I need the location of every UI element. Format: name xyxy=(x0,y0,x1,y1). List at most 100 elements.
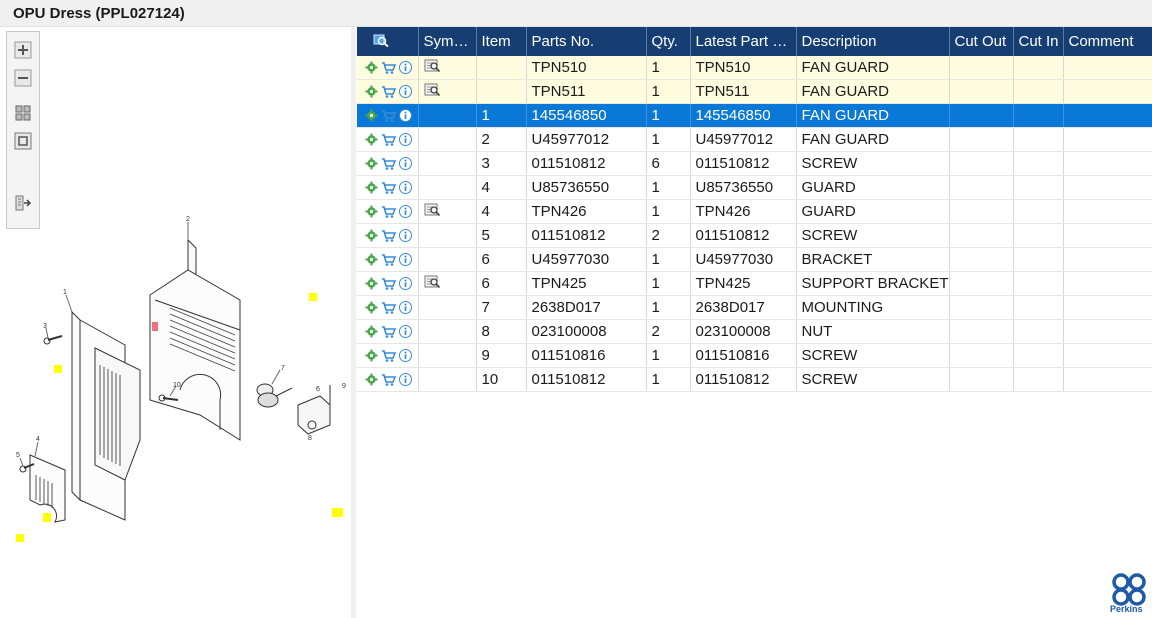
cart-icon[interactable] xyxy=(381,277,396,290)
cell-item[interactable]: 7 xyxy=(476,295,527,320)
cell-latest-part-no[interactable]: TPN510 xyxy=(690,56,797,80)
cell-cut-in[interactable] xyxy=(1013,247,1064,272)
cell-description[interactable]: FAN GUARD xyxy=(796,127,950,152)
cell-description[interactable]: SCREW xyxy=(796,151,950,176)
cell-item[interactable]: 2 xyxy=(476,127,527,152)
info-icon[interactable] xyxy=(399,61,412,74)
cell-qty[interactable]: 1 xyxy=(646,127,691,152)
cell-qty[interactable]: 1 xyxy=(646,175,691,200)
info-icon[interactable] xyxy=(399,277,412,290)
cell-comment[interactable] xyxy=(1063,175,1152,200)
cell-symbol[interactable] xyxy=(418,343,477,368)
cell-symbol[interactable] xyxy=(418,127,477,152)
cell-symbol[interactable] xyxy=(418,223,477,248)
cell-item[interactable]: 4 xyxy=(476,199,527,224)
cell-description[interactable]: SCREW xyxy=(796,367,950,392)
cell-qty[interactable]: 1 xyxy=(646,247,691,272)
cell-cut-out[interactable] xyxy=(949,295,1014,320)
cell-latest-part-no[interactable]: TPN426 xyxy=(690,199,797,224)
catalog-lookup-icon[interactable] xyxy=(424,203,441,217)
guard-part-2[interactable] xyxy=(149,238,241,441)
column-header-parts-no[interactable]: Parts No. xyxy=(526,27,647,56)
cell-item[interactable]: 9 xyxy=(476,343,527,368)
cell-cut-out[interactable] xyxy=(949,127,1014,152)
info-icon[interactable] xyxy=(399,109,412,122)
cell-description[interactable]: SUPPORT BRACKET xyxy=(796,271,950,296)
info-icon[interactable] xyxy=(399,253,412,266)
cart-icon[interactable] xyxy=(381,205,396,218)
column-header-search[interactable] xyxy=(357,27,419,56)
cell-parts-no[interactable]: TPN425 xyxy=(526,271,647,296)
cell-cut-out[interactable] xyxy=(949,223,1014,248)
cell-cut-out[interactable] xyxy=(949,271,1014,296)
column-header-comment[interactable]: Comment xyxy=(1063,27,1152,56)
cell-symbol[interactable] xyxy=(418,247,477,272)
cell-latest-part-no[interactable]: 145546850 xyxy=(690,103,797,128)
hotspot-marker-selected[interactable] xyxy=(152,322,158,331)
cell-symbol[interactable] xyxy=(418,56,477,80)
cell-parts-no[interactable]: 145546850 xyxy=(526,103,647,128)
cell-comment[interactable] xyxy=(1063,295,1152,320)
table-row[interactable]: 6 TPN425 1 TPN425 SUPPORT BRACKET xyxy=(357,271,1152,296)
cell-parts-no[interactable]: U45977012 xyxy=(526,127,647,152)
cell-comment[interactable] xyxy=(1063,151,1152,176)
cell-parts-no[interactable]: TPN510 xyxy=(526,56,647,80)
cell-symbol[interactable] xyxy=(418,319,477,344)
cell-qty[interactable]: 6 xyxy=(646,151,691,176)
cell-latest-part-no[interactable]: U85736550 xyxy=(690,175,797,200)
catalog-lookup-icon[interactable] xyxy=(424,83,441,97)
table-row[interactable]: 1 145546850 1 145546850 FAN GUARD xyxy=(357,103,1152,128)
cell-comment[interactable] xyxy=(1063,127,1152,152)
cell-qty[interactable]: 1 xyxy=(646,103,691,128)
cell-latest-part-no[interactable]: U45977030 xyxy=(690,247,797,272)
cell-cut-out[interactable] xyxy=(949,343,1014,368)
cell-item[interactable]: 5 xyxy=(476,223,527,248)
gear-icon[interactable] xyxy=(365,157,378,170)
cell-cut-in[interactable] xyxy=(1013,295,1064,320)
table-row[interactable]: 10 011510812 1 011510812 SCREW xyxy=(357,367,1152,392)
cell-symbol[interactable] xyxy=(418,175,477,200)
cell-parts-no[interactable]: 011510812 xyxy=(526,223,647,248)
cell-parts-no[interactable]: 2638D017 xyxy=(526,295,647,320)
table-row[interactable]: 8 023100008 2 023100008 NUT xyxy=(357,319,1152,344)
cell-parts-no[interactable]: U85736550 xyxy=(526,175,647,200)
gear-icon[interactable] xyxy=(365,301,378,314)
gear-icon[interactable] xyxy=(365,205,378,218)
cart-icon[interactable] xyxy=(381,349,396,362)
cell-description[interactable]: MOUNTING xyxy=(796,295,950,320)
cell-comment[interactable] xyxy=(1063,199,1152,224)
cell-cut-out[interactable] xyxy=(949,103,1014,128)
column-header-symbol[interactable]: Symb… xyxy=(418,27,477,56)
cell-symbol[interactable] xyxy=(418,79,477,104)
info-icon[interactable] xyxy=(399,133,412,146)
cart-icon[interactable] xyxy=(381,373,396,386)
cell-parts-no[interactable]: 011510816 xyxy=(526,343,647,368)
cell-parts-no[interactable]: 011510812 xyxy=(526,367,647,392)
cell-cut-in[interactable] xyxy=(1013,151,1064,176)
cart-icon[interactable] xyxy=(381,253,396,266)
catalog-lookup-icon[interactable] xyxy=(424,59,441,73)
cell-cut-in[interactable] xyxy=(1013,343,1064,368)
cell-cut-in[interactable] xyxy=(1013,56,1064,80)
cell-description[interactable]: SCREW xyxy=(796,223,950,248)
mounting-part-7[interactable] xyxy=(256,383,293,408)
column-header-cut-in[interactable]: Cut In xyxy=(1013,27,1064,56)
column-header-latest-part-no[interactable]: Latest Part No. xyxy=(690,27,797,56)
cell-cut-out[interactable] xyxy=(949,367,1014,392)
cell-comment[interactable] xyxy=(1063,343,1152,368)
column-header-cut-out[interactable]: Cut Out xyxy=(949,27,1014,56)
gear-icon[interactable] xyxy=(365,109,378,122)
table-row[interactable]: 3 011510812 6 011510812 SCREW xyxy=(357,151,1152,176)
cart-icon[interactable] xyxy=(381,133,396,146)
cell-cut-in[interactable] xyxy=(1013,223,1064,248)
pane-splitter[interactable] xyxy=(351,27,356,618)
bracket-part-6[interactable] xyxy=(297,385,331,435)
info-icon[interactable] xyxy=(399,85,412,98)
cell-cut-out[interactable] xyxy=(949,319,1014,344)
info-icon[interactable] xyxy=(399,205,412,218)
fit-window-button[interactable] xyxy=(14,132,32,150)
cell-description[interactable]: SCREW xyxy=(796,343,950,368)
cart-icon[interactable] xyxy=(381,325,396,338)
cell-latest-part-no[interactable]: TPN425 xyxy=(690,271,797,296)
hotspot-marker[interactable] xyxy=(43,513,51,522)
